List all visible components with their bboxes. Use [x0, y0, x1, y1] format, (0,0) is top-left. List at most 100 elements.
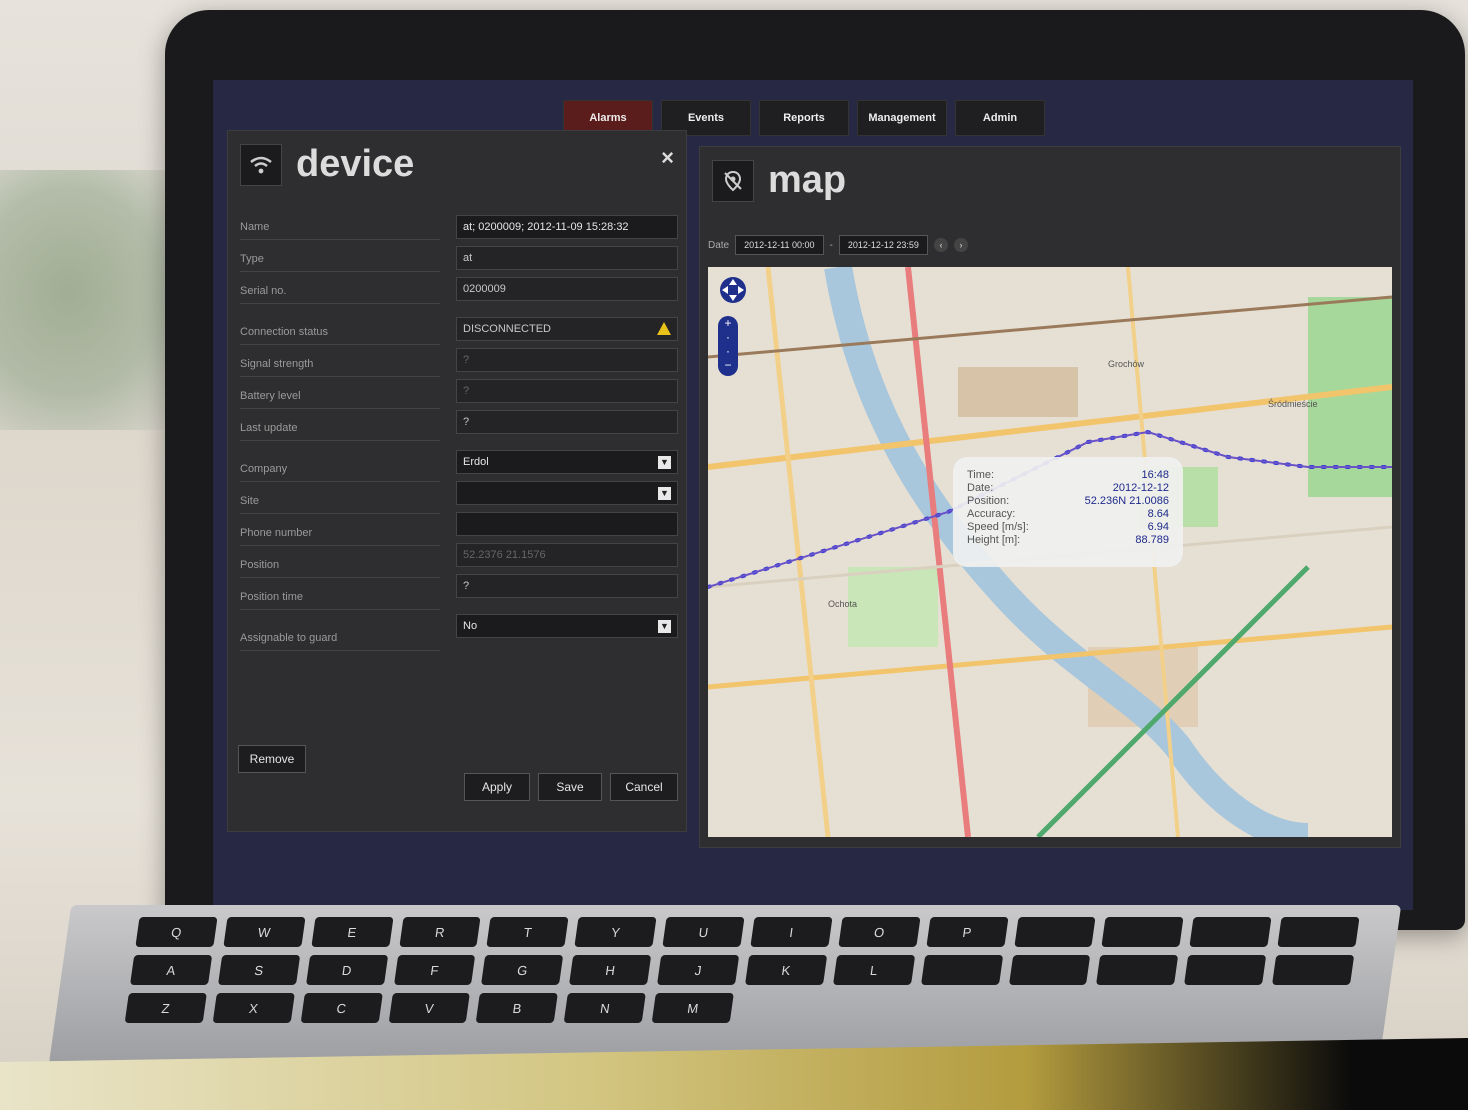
key: F: [393, 955, 476, 985]
company-value: Erdol: [463, 456, 489, 468]
key: P: [926, 917, 1009, 947]
tab-management[interactable]: Management: [857, 100, 947, 136]
field-label-assignable: Assignable to guard: [240, 626, 440, 651]
popup-value-position: 52.236N 21.0086: [1084, 495, 1169, 507]
key: [1189, 917, 1272, 947]
key: X: [212, 993, 295, 1023]
svg-text:Ochota: Ochota: [828, 599, 857, 609]
key: E: [311, 917, 394, 947]
next-date-button[interactable]: ›: [953, 238, 968, 252]
device-panel: device × Name Type Serial no. Connection…: [227, 130, 687, 832]
save-button[interactable]: Save: [538, 773, 602, 801]
zoom-control-icon[interactable]: + · · −: [718, 316, 738, 376]
field-label-company: Company: [240, 457, 440, 482]
key: L: [832, 955, 915, 985]
key: M: [651, 993, 734, 1023]
date-to-input[interactable]: 2012-12-12 23:59: [838, 235, 928, 255]
wifi-icon: [240, 143, 282, 186]
field-label-type: Type: [240, 247, 440, 272]
signal-strength-field: ?: [456, 348, 678, 372]
key: [1013, 917, 1096, 947]
popup-label-time: Time:: [967, 469, 995, 481]
key: S: [217, 955, 300, 985]
site-select[interactable]: ▼: [456, 481, 678, 505]
field-label-phone-number: Phone number: [240, 521, 440, 546]
remove-button[interactable]: Remove: [238, 745, 306, 773]
screen: Alarms Events Reports Management Admin d…: [213, 80, 1413, 910]
popup-label-height: Height [m]:: [967, 534, 1021, 546]
device-panel-header: device: [240, 143, 414, 186]
key: V: [388, 993, 471, 1023]
key: N: [563, 993, 647, 1023]
key: B: [476, 993, 559, 1023]
device-field-values: at; 0200009; 2012-11-09 15:28:32 at 0200…: [456, 215, 678, 645]
date-from-input[interactable]: 2012-12-11 00:00: [735, 235, 824, 255]
chevron-down-icon[interactable]: ▼: [658, 456, 671, 469]
prev-date-button[interactable]: ‹: [933, 238, 948, 252]
popup-labels: Time: Date: Position: Accuracy: Speed [m…: [967, 469, 1029, 555]
map-panel-header: map: [712, 159, 846, 202]
field-label-connection-status: Connection status: [240, 320, 440, 345]
field-label-position-time: Position time: [240, 585, 440, 610]
apply-button[interactable]: Apply: [464, 773, 530, 801]
battery-level-field: ?: [456, 379, 678, 403]
map-marker-icon: [712, 159, 754, 202]
cancel-button[interactable]: Cancel: [610, 773, 678, 801]
device-field-labels: Name Type Serial no. Connection status S…: [240, 215, 440, 658]
key: I: [750, 917, 833, 947]
date-label: Date: [708, 239, 730, 251]
assignable-value: No: [463, 620, 478, 632]
key: Q: [135, 917, 218, 947]
last-update-field: ?: [456, 410, 678, 434]
key: R: [398, 917, 481, 947]
key: [1008, 955, 1091, 985]
key: [1101, 917, 1184, 947]
tab-reports[interactable]: Reports: [759, 100, 849, 136]
field-label-last-update: Last update: [240, 416, 440, 441]
field-label-signal-strength: Signal strength: [240, 352, 440, 377]
type-field[interactable]: at: [456, 246, 678, 270]
chevron-down-icon[interactable]: ▼: [658, 487, 671, 500]
popup-label-speed: Speed [m/s]:: [967, 521, 1029, 533]
key: Y: [574, 917, 657, 947]
field-label-name: Name: [240, 215, 440, 240]
close-icon[interactable]: ×: [661, 145, 674, 171]
key: [1096, 955, 1179, 985]
tab-admin[interactable]: Admin: [955, 100, 1045, 136]
popup-value-height: 88.789: [1135, 534, 1169, 546]
map-controls: + · · −: [718, 275, 748, 376]
popup-label-position: Position:: [967, 495, 1010, 507]
key: T: [486, 917, 569, 947]
popup-label-accuracy: Accuracy:: [967, 508, 1016, 520]
position-popup: Time: Date: Position: Accuracy: Speed [m…: [953, 457, 1183, 567]
connection-status-value: DISCONNECTED: [463, 323, 552, 335]
position-field: 52.2376 21.1576: [456, 543, 678, 567]
key: U: [662, 917, 745, 947]
popup-value-accuracy: 8.64: [1147, 508, 1169, 520]
map-panel: map Date 2012-12-11 00:00 - 2012-12-12 2…: [699, 146, 1401, 848]
chevron-down-icon[interactable]: ▼: [658, 620, 671, 633]
svg-text:Grochów: Grochów: [1108, 359, 1145, 369]
svg-text:Śródmieście: Śródmieście: [1268, 398, 1318, 409]
pan-control-icon[interactable]: [718, 275, 748, 305]
key: H: [569, 955, 652, 985]
laptop-keyboard: Q W E R T Y U I O P A S D F G H J K L Z …: [48, 905, 1402, 1065]
field-label-position: Position: [240, 553, 440, 578]
company-select[interactable]: Erdol ▼: [456, 450, 678, 474]
key: D: [305, 955, 388, 985]
key: O: [838, 917, 921, 947]
key: G: [481, 955, 564, 985]
serial-field[interactable]: 0200009: [456, 277, 678, 301]
name-field[interactable]: at; 0200009; 2012-11-09 15:28:32: [456, 215, 678, 239]
key: W: [223, 917, 306, 947]
popup-value-time: 16:48: [1141, 469, 1169, 481]
field-label-site: Site: [240, 489, 440, 514]
field-label-serial: Serial no.: [240, 279, 440, 304]
keyboard-keys: Q W E R T Y U I O P A S D F G H J K L Z …: [122, 917, 1360, 1045]
key: Z: [124, 993, 207, 1023]
device-panel-title: device: [296, 143, 415, 185]
map-view[interactable]: Ochota Grochów Śródmieście + · · − Time: Da…: [708, 267, 1392, 837]
phone-number-field[interactable]: [456, 512, 678, 536]
key: [1272, 955, 1355, 985]
assignable-select[interactable]: No ▼: [456, 614, 678, 638]
